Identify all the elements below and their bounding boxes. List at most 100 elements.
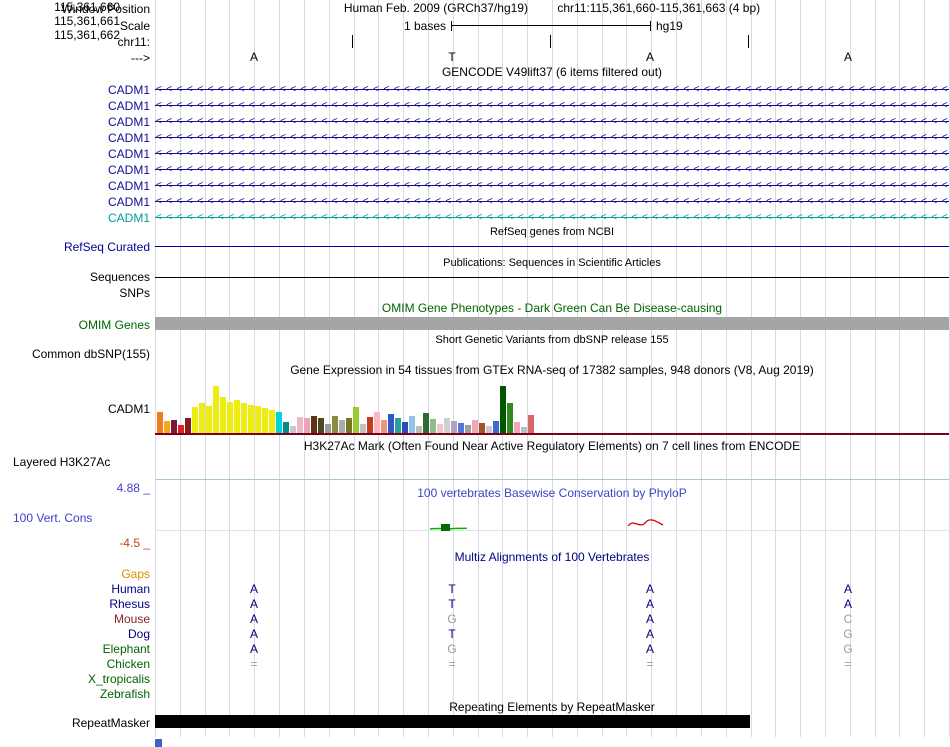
gene-strand-arrows: <<<<<<<<<<<<<<<<<<<<<<<<<<<<<<<<<<<<<<<<…	[156, 212, 949, 223]
gene-row[interactable]: <<<<<<<<<<<<<<<<<<<<<<<<<<<<<<<<<<<<<<<<…	[155, 180, 949, 191]
gtex-expression-bar[interactable]	[465, 425, 471, 433]
gtex-expression-bar[interactable]	[220, 397, 226, 433]
gtex-expression-bar[interactable]	[269, 410, 275, 433]
gtex-expression-bar[interactable]	[486, 426, 492, 433]
gtex-expression-bar[interactable]	[388, 414, 394, 433]
repeatmasker-bar[interactable]	[155, 715, 750, 728]
gtex-expression-bar[interactable]	[437, 424, 443, 433]
gene-row[interactable]: <<<<<<<<<<<<<<<<<<<<<<<<<<<<<<<<<<<<<<<<…	[155, 132, 949, 143]
gene-row[interactable]: <<<<<<<<<<<<<<<<<<<<<<<<<<<<<<<<<<<<<<<<…	[155, 164, 949, 175]
gtex-expression-bar[interactable]	[528, 415, 534, 433]
gene-row[interactable]: <<<<<<<<<<<<<<<<<<<<<<<<<<<<<<<<<<<<<<<<…	[155, 148, 949, 159]
gtex-expression-bar[interactable]	[199, 403, 205, 433]
gtex-expression-bar[interactable]	[192, 407, 198, 433]
gene-label[interactable]: CADM1	[0, 211, 150, 225]
sequences-label[interactable]: Sequences	[0, 270, 150, 284]
gene-label[interactable]: CADM1	[0, 83, 150, 97]
gtex-expression-bar[interactable]	[206, 406, 212, 433]
common-dbsnp-label[interactable]: Common dbSNP(155)	[0, 347, 150, 361]
gtex-expression-bar[interactable]	[458, 423, 464, 433]
strand-direction-label: --->	[131, 51, 150, 65]
gtex-expression-bar[interactable]	[297, 417, 303, 433]
species-label[interactable]: Mouse	[0, 612, 150, 626]
alignment-base: A	[249, 642, 258, 656]
gtex-expression-bar[interactable]	[290, 426, 296, 433]
omim-genes-label[interactable]: OMIM Genes	[0, 318, 150, 332]
gtex-expression-bar[interactable]	[521, 427, 527, 433]
gtex-expression-bar[interactable]	[374, 412, 380, 433]
gene-label[interactable]: CADM1	[0, 99, 150, 113]
refseq-track-line[interactable]	[155, 246, 949, 247]
gtex-expression-bar[interactable]	[444, 418, 450, 433]
gene-row[interactable]: <<<<<<<<<<<<<<<<<<<<<<<<<<<<<<<<<<<<<<<<…	[155, 116, 949, 127]
gtex-expression-bar[interactable]	[318, 418, 324, 433]
gene-label[interactable]: CADM1	[0, 195, 150, 209]
gtex-gene-label[interactable]: CADM1	[0, 402, 150, 416]
gtex-expression-bar[interactable]	[360, 424, 366, 433]
gtex-expression-bar[interactable]	[381, 420, 387, 433]
species-label[interactable]: Zebrafish	[0, 687, 150, 701]
gtex-expression-bar[interactable]	[227, 402, 233, 433]
gtex-expression-bar[interactable]	[479, 423, 485, 433]
gtex-expression-bar[interactable]	[241, 403, 247, 433]
gene-row[interactable]: <<<<<<<<<<<<<<<<<<<<<<<<<<<<<<<<<<<<<<<<…	[155, 84, 949, 95]
species-label[interactable]: Chicken	[0, 657, 150, 671]
gtex-expression-bar[interactable]	[451, 421, 457, 433]
gtex-expression-bar[interactable]	[178, 425, 184, 433]
gtex-expression-bar[interactable]	[507, 403, 513, 433]
gene-row[interactable]: <<<<<<<<<<<<<<<<<<<<<<<<<<<<<<<<<<<<<<<<…	[155, 212, 949, 223]
gtex-expression-bar[interactable]	[248, 405, 254, 433]
gtex-expression-bar[interactable]	[262, 408, 268, 433]
gtex-expression-bar[interactable]	[325, 424, 331, 433]
gtex-expression-bar[interactable]	[430, 419, 436, 433]
gtex-expression-bar[interactable]	[346, 418, 352, 433]
gtex-expression-bar[interactable]	[311, 416, 317, 433]
species-label[interactable]: Elephant	[0, 642, 150, 656]
gene-label[interactable]: CADM1	[0, 147, 150, 161]
species-label[interactable]: Dog	[0, 627, 150, 641]
gene-row[interactable]: <<<<<<<<<<<<<<<<<<<<<<<<<<<<<<<<<<<<<<<<…	[155, 100, 949, 111]
gtex-expression-bar[interactable]	[402, 422, 408, 433]
gtex-expression-bar[interactable]	[500, 386, 506, 433]
gtex-expression-bar[interactable]	[493, 421, 499, 433]
gtex-expression-bar[interactable]	[423, 413, 429, 433]
gtex-expression-bar[interactable]	[157, 412, 163, 433]
gtex-expression-bar[interactable]	[234, 400, 240, 433]
gtex-expression-bar[interactable]	[472, 420, 478, 433]
refseq-curated-label[interactable]: RefSeq Curated	[0, 240, 150, 254]
omim-gene-bar[interactable]	[155, 317, 949, 330]
gtex-expression-bar[interactable]	[339, 420, 345, 433]
gtex-expression-bar[interactable]	[409, 416, 415, 433]
species-label[interactable]: Rhesus	[0, 597, 150, 611]
species-label[interactable]: Gaps	[0, 567, 150, 581]
gtex-expression-bar[interactable]	[332, 416, 338, 433]
gtex-expression-bar[interactable]	[304, 418, 310, 433]
gtex-expression-bar[interactable]	[185, 418, 191, 433]
snps-label[interactable]: SNPs	[0, 286, 150, 300]
publications-track-line[interactable]	[155, 277, 949, 278]
gtex-expression-bar[interactable]	[171, 420, 177, 433]
phylop-track-label[interactable]: 100 Vert. Cons	[13, 511, 92, 525]
gtex-expression-bar[interactable]	[353, 407, 359, 433]
repeatmasker-label[interactable]: RepeatMasker	[0, 716, 150, 730]
h3k27ac-label[interactable]: Layered H3K27Ac	[13, 455, 110, 469]
gene-label[interactable]: CADM1	[0, 163, 150, 177]
gene-label[interactable]: CADM1	[0, 131, 150, 145]
gtex-expression-bar[interactable]	[164, 421, 170, 433]
gene-label[interactable]: CADM1	[0, 115, 150, 129]
gene-label[interactable]: CADM1	[0, 179, 150, 193]
multiz-track-title: Multiz Alignments of 100 Vertebrates	[454, 550, 650, 564]
alignment-base: G	[447, 612, 457, 626]
gene-row[interactable]: <<<<<<<<<<<<<<<<<<<<<<<<<<<<<<<<<<<<<<<<…	[155, 196, 949, 207]
gtex-expression-bar[interactable]	[283, 422, 289, 433]
species-label[interactable]: Human	[0, 582, 150, 596]
gtex-expression-bar[interactable]	[367, 417, 373, 433]
gtex-expression-bar[interactable]	[276, 412, 282, 433]
gtex-expression-bar[interactable]	[514, 422, 520, 433]
species-label[interactable]: X_tropicalis	[0, 672, 150, 686]
gtex-expression-bar[interactable]	[395, 418, 401, 433]
gtex-expression-bar[interactable]	[416, 426, 422, 433]
gene-strand-arrows: <<<<<<<<<<<<<<<<<<<<<<<<<<<<<<<<<<<<<<<<…	[156, 100, 949, 111]
gtex-expression-bar[interactable]	[213, 386, 219, 433]
gtex-expression-bar[interactable]	[255, 406, 261, 433]
